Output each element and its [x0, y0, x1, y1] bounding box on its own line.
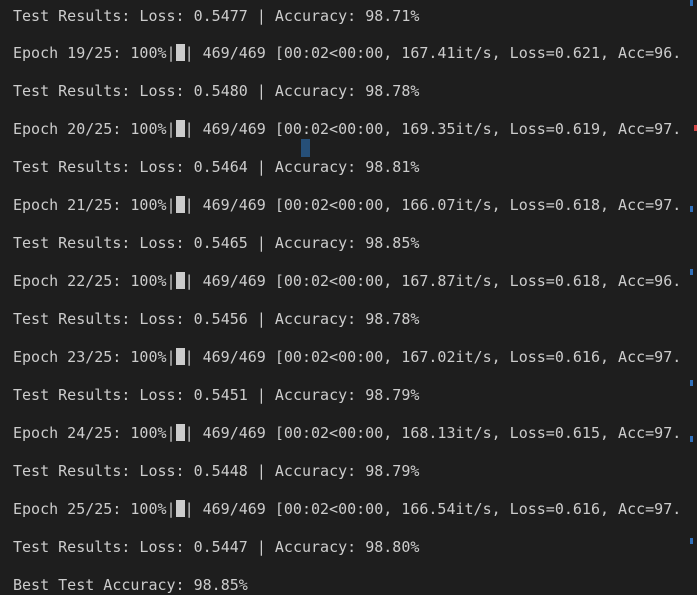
progress-prefix: Epoch 22/25: 100%|	[13, 272, 176, 290]
progress-suffix: | 469/469 [00:02<00:00, 169.35it/s, Loss…	[184, 120, 682, 138]
progress-suffix: | 469/469 [00:02<00:00, 168.13it/s, Loss…	[184, 424, 682, 442]
scroll-marker	[690, 269, 693, 275]
progress-bar-block	[175, 348, 185, 365]
terminal-line-progress: Epoch 25/25: 100%| | 469/469 [00:02<00:00…	[13, 499, 681, 519]
terminal-line: Test Results: Loss: 0.5464 | Accuracy: 9…	[13, 158, 420, 176]
terminal-line: Test Results: Loss: 0.5447 | Accuracy: 9…	[13, 538, 420, 556]
scroll-marker	[690, 380, 693, 386]
progress-bar-block	[175, 120, 185, 137]
terminal-line: Test Results: Loss: 0.5477 | Accuracy: 9…	[13, 7, 420, 25]
terminal-line-progress: Epoch 22/25: 100%| | 469/469 [00:02<00:00…	[13, 271, 681, 291]
terminal-line: Test Results: Loss: 0.5465 | Accuracy: 9…	[13, 234, 420, 252]
progress-prefix: Epoch 20/25: 100%|	[13, 120, 176, 138]
terminal-line-progress: Epoch 20/25: 100%| | 469/469 [00:02<00:00…	[13, 119, 681, 139]
terminal-line: Test Results: Loss: 0.5456 | Accuracy: 9…	[13, 310, 420, 328]
progress-bar-block	[175, 44, 185, 61]
progress-suffix: | 469/469 [00:02<00:00, 166.07it/s, Loss…	[184, 196, 682, 214]
terminal-line: Test Results: Loss: 0.5480 | Accuracy: 9…	[13, 82, 420, 100]
progress-bar-block	[175, 272, 185, 289]
text-cursor	[301, 139, 310, 157]
progress-prefix: Epoch 24/25: 100%|	[13, 424, 176, 442]
progress-prefix: Epoch 25/25: 100%|	[13, 500, 176, 518]
progress-bar-block	[175, 196, 185, 213]
progress-suffix: | 469/469 [00:02<00:00, 167.41it/s, Loss…	[184, 44, 682, 62]
terminal-line: Test Results: Loss: 0.5451 | Accuracy: 9…	[13, 386, 420, 404]
progress-prefix: Epoch 23/25: 100%|	[13, 348, 176, 366]
overview-ruler-scrollbar[interactable]	[689, 0, 697, 595]
terminal-line-summary: Best Test Accuracy: 98.85%	[13, 576, 248, 594]
terminal-line: Test Results: Loss: 0.5448 | Accuracy: 9…	[13, 462, 420, 480]
scroll-marker	[690, 436, 693, 442]
terminal-line-progress: Epoch 23/25: 100%| | 469/469 [00:02<00:00…	[13, 347, 681, 367]
terminal-output[interactable]: Test Results: Loss: 0.5477 | Accuracy: 9…	[0, 0, 697, 595]
progress-prefix: Epoch 19/25: 100%|	[13, 44, 176, 62]
progress-suffix: | 469/469 [00:02<00:00, 166.54it/s, Loss…	[184, 500, 682, 518]
scroll-marker	[690, 0, 693, 6]
terminal-line-progress: Epoch 19/25: 100%| | 469/469 [00:02<00:00…	[13, 43, 681, 63]
scroll-marker	[690, 538, 693, 544]
progress-bar-block	[175, 500, 185, 517]
terminal-line-progress: Epoch 24/25: 100%| | 469/469 [00:02<00:00…	[13, 423, 681, 443]
progress-suffix: | 469/469 [00:02<00:00, 167.87it/s, Loss…	[184, 272, 682, 290]
scroll-marker	[690, 206, 693, 212]
progress-suffix: | 469/469 [00:02<00:00, 167.02it/s, Loss…	[184, 348, 682, 366]
progress-prefix: Epoch 21/25: 100%|	[13, 196, 176, 214]
progress-bar-block	[175, 424, 185, 441]
terminal-line-progress: Epoch 21/25: 100%| | 469/469 [00:02<00:00…	[13, 195, 681, 215]
